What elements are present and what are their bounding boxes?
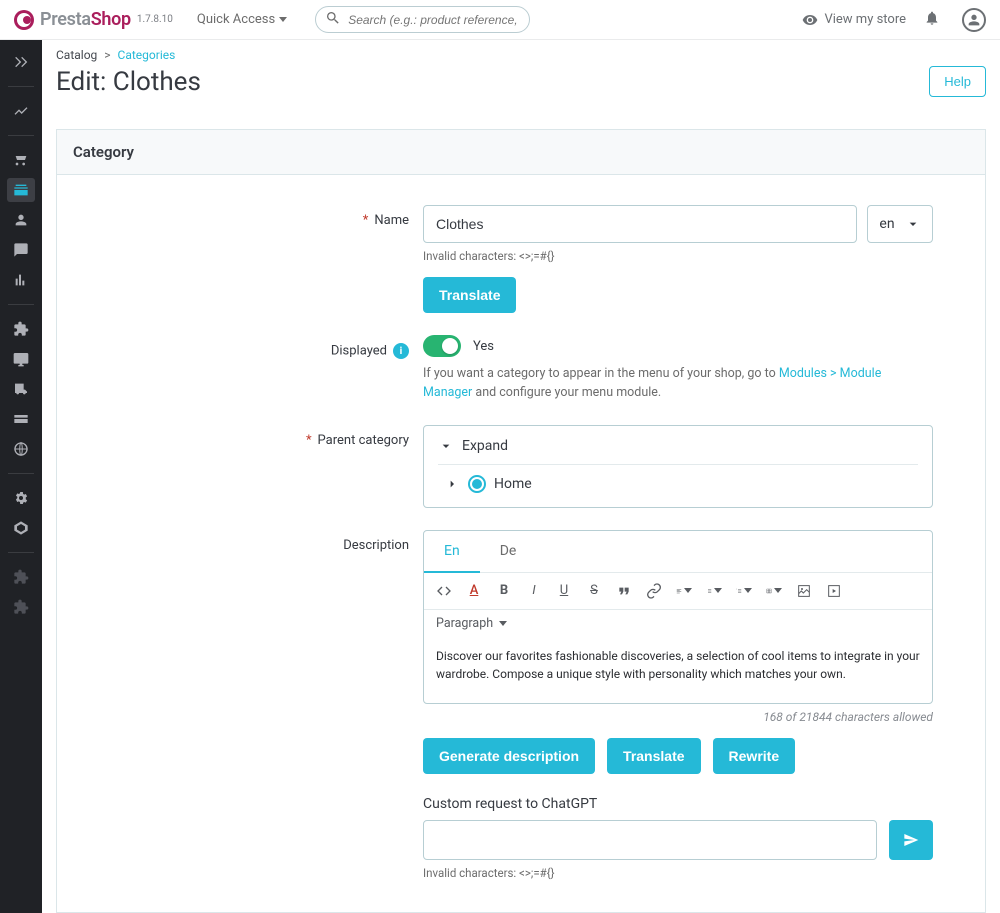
- source-code-icon[interactable]: [436, 583, 452, 599]
- translate-name-button[interactable]: Translate: [423, 277, 516, 313]
- parent-category-tree: Expand Home: [423, 425, 933, 508]
- description-label: Description: [93, 530, 423, 880]
- rich-text-editor: En De A B I U S: [423, 530, 933, 704]
- nav-configure[interactable]: [7, 486, 35, 510]
- table-icon[interactable]: [766, 583, 782, 599]
- text-color-icon[interactable]: A: [466, 583, 482, 599]
- search-icon: [325, 10, 341, 30]
- name-hint: Invalid characters: <>;=#{}: [423, 249, 933, 263]
- strikethrough-icon[interactable]: S: [586, 583, 602, 599]
- send-icon: [903, 832, 919, 848]
- language-selector[interactable]: en: [867, 205, 933, 243]
- nav-payment[interactable]: [7, 407, 35, 431]
- tree-node-home[interactable]: Home: [438, 465, 918, 495]
- custom-request-hint: Invalid characters: <>;=#{}: [423, 866, 933, 880]
- underline-icon[interactable]: U: [556, 583, 572, 599]
- nav-design[interactable]: [7, 347, 35, 371]
- info-icon[interactable]: i: [393, 343, 409, 359]
- nav-module-1[interactable]: [7, 565, 35, 589]
- nav-catalog[interactable]: [7, 178, 35, 202]
- breadcrumb: Catalog > Categories: [42, 40, 1000, 66]
- custom-request-label: Custom request to ChatGPT: [423, 796, 933, 812]
- align-icon[interactable]: [676, 583, 692, 599]
- italic-icon[interactable]: I: [526, 583, 542, 599]
- side-nav: [0, 40, 42, 913]
- char-counter: 168 of 21844 characters allowed: [423, 710, 933, 724]
- chevron-right-icon: [444, 476, 460, 492]
- nav-collapse[interactable]: [7, 50, 35, 74]
- nav-dashboard[interactable]: [7, 99, 35, 123]
- link-icon[interactable]: [646, 583, 662, 599]
- eye-icon: [802, 12, 818, 28]
- parent-label: Parent category: [318, 433, 409, 448]
- view-store-link[interactable]: View my store: [802, 12, 906, 28]
- search-input[interactable]: [315, 6, 530, 33]
- svg-text:1: 1: [736, 589, 737, 591]
- name-input[interactable]: [423, 205, 857, 243]
- breadcrumb-current[interactable]: Categories: [118, 48, 176, 62]
- tree-expand-button[interactable]: Expand: [438, 438, 918, 465]
- blockquote-icon[interactable]: [616, 583, 632, 599]
- chevron-down-icon: [905, 216, 921, 232]
- nav-advanced[interactable]: [7, 516, 35, 540]
- video-icon[interactable]: [826, 583, 842, 599]
- nav-international[interactable]: [7, 437, 35, 461]
- chevron-down-icon: [438, 438, 454, 454]
- notifications-icon[interactable]: [924, 10, 944, 30]
- bullet-list-icon[interactable]: [706, 583, 722, 599]
- send-button[interactable]: [889, 820, 933, 860]
- rewrite-button[interactable]: Rewrite: [713, 738, 796, 774]
- tree-node-label: Home: [494, 476, 532, 492]
- app-logo[interactable]: PrestaShop: [14, 9, 131, 30]
- radio-icon[interactable]: [468, 475, 486, 493]
- nav-modules[interactable]: [7, 317, 35, 341]
- numbered-list-icon[interactable]: 1: [736, 583, 752, 599]
- chevron-down-icon: [279, 17, 287, 22]
- nav-module-2[interactable]: [7, 595, 35, 619]
- displayed-label: Displayed: [331, 343, 387, 358]
- page-title: Edit: Clothes: [56, 67, 201, 97]
- custom-request-input[interactable]: [423, 820, 877, 860]
- editor-tab-en[interactable]: En: [424, 531, 480, 573]
- nav-stats[interactable]: [7, 268, 35, 292]
- paragraph-selector[interactable]: Paragraph: [424, 610, 932, 639]
- displayed-toggle[interactable]: [423, 335, 461, 357]
- card-title: Category: [57, 130, 985, 175]
- breadcrumb-parent[interactable]: Catalog: [56, 48, 97, 62]
- translate-description-button[interactable]: Translate: [607, 738, 700, 774]
- nav-shipping[interactable]: [7, 377, 35, 401]
- name-label: Name: [374, 213, 409, 228]
- editor-tab-de[interactable]: De: [480, 531, 537, 572]
- displayed-value: Yes: [473, 339, 494, 354]
- nav-orders[interactable]: [7, 148, 35, 172]
- generate-description-button[interactable]: Generate description: [423, 738, 595, 774]
- profile-avatar[interactable]: [962, 8, 986, 32]
- bold-icon[interactable]: B: [496, 583, 512, 599]
- editor-content[interactable]: Discover our favorites fashionable disco…: [424, 639, 932, 703]
- search-container: [315, 6, 530, 33]
- version-label: 1.7.8.10: [137, 14, 173, 25]
- editor-toolbar: A B I U S 1: [424, 573, 932, 610]
- nav-customers[interactable]: [7, 208, 35, 232]
- nav-customer-service[interactable]: [7, 238, 35, 262]
- help-button[interactable]: Help: [929, 66, 986, 97]
- image-icon[interactable]: [796, 583, 812, 599]
- displayed-hint: If you want a category to appear in the …: [423, 365, 933, 403]
- quick-access-dropdown[interactable]: Quick Access: [197, 12, 287, 27]
- logo-icon: [14, 10, 34, 30]
